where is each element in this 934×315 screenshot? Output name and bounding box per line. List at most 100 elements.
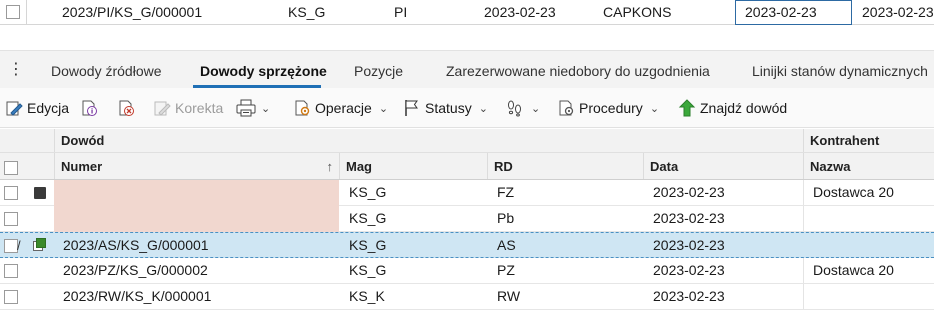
column-divider — [803, 284, 804, 309]
tab-dowody-sprzezone[interactable]: Dowody sprzężone — [200, 63, 327, 79]
table-row[interactable]: 2023/PZ/KS_G/000002 KS_G PZ 2023-02-23 D… — [0, 258, 934, 284]
cell-mag: KS_G — [349, 262, 387, 278]
table-row[interactable]: KS_G FZ 2023-02-23 Dostawca 20 — [0, 180, 934, 206]
cell-data: 2023-02-23 — [653, 184, 725, 200]
info-button[interactable] — [80, 97, 98, 119]
column-divider — [803, 258, 804, 283]
row-checkbox[interactable] — [4, 264, 18, 278]
row-checkbox[interactable] — [4, 186, 18, 200]
document-info-icon — [80, 99, 98, 117]
column-header-numer[interactable]: Numer ↑ — [54, 153, 339, 179]
cell-mag: KS_K — [349, 288, 385, 304]
column-divider — [803, 206, 804, 231]
printer-icon — [236, 99, 256, 117]
group-header-kontrahent: Kontrahent — [803, 129, 934, 152]
record-rd: PI — [394, 4, 408, 20]
znajdz-dowod-label: Znajdź dowód — [700, 100, 788, 116]
cell-rd: Pb — [497, 210, 515, 226]
table-row[interactable]: 2023/RW/KS_K/000001 KS_K RW 2023-02-23 — [0, 284, 934, 310]
parent-record-row[interactable]: 2023/PI/KS_G/000001 KS_G PI 2023-02-23 C… — [0, 0, 934, 25]
chevron-down-icon: ⌄ — [378, 102, 389, 115]
record-date-edit-field[interactable]: 2023-02-23 — [735, 0, 852, 25]
cell-rd: RW — [497, 288, 521, 304]
column-header-mag[interactable]: Mag — [339, 153, 487, 179]
operations-icon — [293, 99, 311, 117]
chevron-down-icon: ⌄ — [531, 102, 541, 115]
arrow-up-icon — [678, 99, 696, 117]
row-checkbox[interactable] — [4, 239, 18, 253]
flag-icon — [403, 99, 421, 117]
select-all-checkbox[interactable] — [4, 161, 18, 175]
row-checkbox[interactable] — [4, 212, 18, 226]
record-mag: KS_G — [288, 4, 326, 20]
korekta-label: Korekta — [175, 100, 224, 116]
record-kontrahent: CAPKONS — [603, 4, 672, 20]
column-header-row: Numer ↑ Mag RD Data Nazwa — [0, 153, 934, 180]
row-checkbox[interactable] — [6, 5, 20, 19]
tab-zarezerwowane-niedobory[interactable]: Zarezerwowane niedobory do uzgodnienia — [446, 63, 710, 79]
row-checkbox[interactable] — [4, 290, 18, 304]
procedury-label: Procedury — [579, 100, 643, 116]
tab-dowody-zrodlowe[interactable]: Dowody źródłowe — [51, 63, 162, 79]
toolbar: Edycja Korekta ⌄ Operacje ⌄ Statusy ⌄ ⌄ … — [0, 88, 934, 128]
cell-nazwa: Dostawca 20 — [813, 184, 894, 200]
cell-mag: KS_G — [349, 210, 387, 226]
column-header-nazwa[interactable]: Nazwa — [803, 153, 934, 179]
procedury-button[interactable]: Procedury ⌄ — [557, 97, 659, 119]
chevron-down-icon: ⌄ — [649, 102, 660, 115]
footprints-icon — [506, 99, 524, 117]
cell-numer — [54, 180, 339, 206]
record-numer: 2023/PI/KS_G/000001 — [62, 4, 203, 20]
procedures-icon — [557, 99, 575, 117]
statusy-button[interactable]: Statusy ⌄ — [403, 97, 488, 119]
edit-pencil-icon: / — [17, 238, 21, 253]
edycja-button[interactable]: Edycja — [5, 97, 69, 119]
cell-rd: FZ — [497, 184, 515, 200]
cell-mag: KS_G — [349, 184, 387, 200]
tab-strip: ⋮ Dowody źródłowe Dowody sprzężone Pozyc… — [0, 50, 934, 88]
group-header-row: Dowód Kontrahent — [0, 129, 934, 153]
cell-nazwa: Dostawca 20 — [813, 262, 894, 278]
group-header-dowod: Dowód — [54, 129, 806, 152]
cell-mag: KS_G — [349, 237, 387, 253]
cell-data: 2023-02-23 — [653, 237, 725, 253]
document-cancel-icon — [117, 99, 135, 117]
edit-icon — [5, 99, 23, 117]
cell-numer — [54, 206, 339, 232]
cell-data: 2023-02-23 — [653, 210, 725, 226]
znajdz-dowod-button[interactable]: Znajdź dowód — [678, 97, 787, 119]
cell-numer: 2023/RW/KS_K/000001 — [63, 288, 212, 304]
row-status-marker — [34, 187, 46, 199]
row-status-marker — [36, 238, 46, 248]
cell-rd: AS — [497, 237, 516, 253]
table-row-selected[interactable]: / 2023/AS/KS_G/000001 KS_G AS 2023-02-23 — [0, 232, 934, 258]
korekta-button[interactable]: Korekta — [153, 97, 223, 119]
column-header-rd[interactable]: RD — [487, 153, 643, 179]
operacje-button[interactable]: Operacje ⌄ — [293, 97, 388, 119]
more-vertical-icon[interactable]: ⋮ — [8, 59, 24, 79]
correction-icon — [153, 99, 171, 117]
table-row[interactable]: KS_G Pb 2023-02-23 — [0, 206, 934, 232]
cancel-document-button[interactable] — [117, 97, 135, 119]
record-data-2: 2023-02-23 — [862, 4, 934, 20]
tab-pozycje[interactable]: Pozycje — [354, 63, 403, 79]
chevron-down-icon: ⌄ — [261, 102, 271, 115]
edycja-label: Edycja — [27, 100, 70, 116]
column-header-numer-label: Numer — [61, 159, 103, 174]
tab-linijki-stanow[interactable]: Linijki stanów dynamicznych — [752, 63, 928, 79]
tracking-button[interactable]: ⌄ — [506, 97, 540, 119]
cell-numer: 2023/AS/KS_G/000001 — [63, 237, 209, 253]
chevron-down-icon: ⌄ — [478, 102, 488, 115]
column-header-data[interactable]: Data — [643, 153, 803, 179]
sort-ascending-icon: ↑ — [326, 159, 334, 174]
cell-rd: PZ — [497, 262, 515, 278]
statusy-label: Statusy — [425, 100, 472, 116]
operacje-label: Operacje — [315, 100, 372, 116]
cell-data: 2023-02-23 — [653, 288, 725, 304]
print-button[interactable]: ⌄ — [236, 97, 270, 119]
row-selector[interactable] — [0, 0, 27, 25]
column-divider — [803, 180, 804, 205]
cell-numer: 2023/PZ/KS_G/000002 — [63, 262, 208, 278]
record-data: 2023-02-23 — [484, 4, 556, 20]
cell-data: 2023-02-23 — [653, 262, 725, 278]
